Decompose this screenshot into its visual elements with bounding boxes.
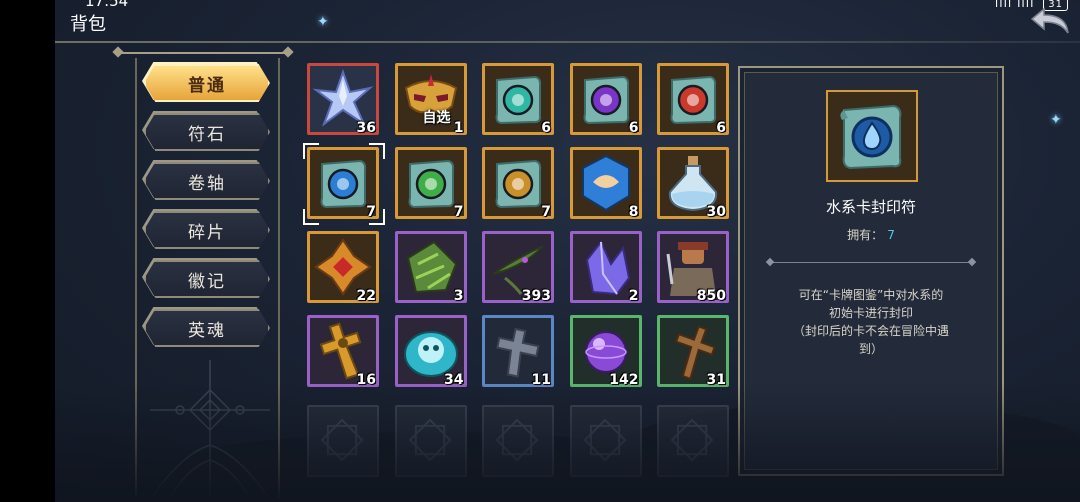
selection-corner: [303, 209, 319, 225]
desc-line: 初始卡进行封印: [828, 306, 913, 320]
inventory-slot-scroll-purple[interactable]: 6: [569, 63, 642, 135]
detail-owned: 拥有： 7: [740, 226, 1002, 243]
empty-slot-icon: [495, 418, 539, 462]
inventory-slot-crystal-star[interactable]: 36: [307, 63, 379, 135]
inventory-slot-mask-selector[interactable]: 自选 1: [394, 63, 467, 135]
item-count: 7: [541, 204, 551, 219]
tab-2[interactable]: 卷轴: [144, 162, 270, 200]
item-count: 11: [531, 372, 551, 387]
empty-slot: [482, 405, 554, 477]
inventory-slot-wood-cross[interactable]: 31: [657, 315, 729, 387]
item-count: 30: [706, 204, 726, 219]
item-count: 36: [356, 120, 376, 135]
inventory-slot-hero-figure[interactable]: 850: [657, 231, 729, 303]
star-sparkle-icon: ✦: [317, 14, 329, 30]
desc-line: （封印后的卡不会在冒险中遇: [792, 324, 949, 338]
water-seal-scroll-icon: [828, 92, 916, 180]
item-count: 6: [716, 120, 726, 135]
empty-slot: [307, 405, 379, 477]
item-count: 31: [706, 372, 726, 387]
item-count: 16: [356, 372, 376, 387]
item-count: 34: [444, 372, 464, 387]
item-count: 8: [628, 204, 639, 219]
empty-slot-icon: [320, 418, 364, 462]
back-arrow-icon: [1030, 7, 1069, 34]
empty-slot: [657, 405, 729, 477]
tab-3[interactable]: 碎片: [144, 211, 270, 249]
status-time: 17:54: [85, 0, 129, 10]
select-tag: 自选: [422, 110, 451, 126]
item-count: 6: [628, 120, 639, 135]
item-count: 850: [696, 288, 726, 303]
star-sparkle-icon: ✦: [1050, 112, 1062, 128]
inventory-slot-green-ore[interactable]: 3: [394, 231, 467, 303]
background-hill: [615, 402, 1080, 502]
empty-slot: [569, 405, 642, 477]
empty-slot-icon: [670, 418, 714, 462]
empty-slot: [394, 405, 467, 477]
item-count: 22: [356, 288, 376, 303]
selection-corner: [369, 143, 385, 159]
page-title: 背包: [70, 14, 106, 35]
detail-description: 可在“卡牌图鉴”中对水系的 初始卡进行封印 （封印后的卡不会在冒险中遇 到）: [764, 286, 978, 358]
inventory-slot-potion-bottle[interactable]: 30: [657, 147, 729, 219]
sidebar-right-rail: [278, 58, 280, 498]
detail-item-icon: [826, 90, 918, 182]
inventory-slot-gold-star-relic[interactable]: 22: [307, 231, 379, 303]
tab-4[interactable]: 徽记: [144, 260, 270, 298]
desc-line: 到）: [858, 342, 883, 356]
item-count: 2: [628, 288, 639, 303]
background-hill: [175, 432, 695, 502]
detail-divider: [770, 262, 972, 263]
owned-label: 拥有：: [847, 228, 884, 242]
tab-1[interactable]: 符石: [144, 113, 270, 151]
sidebar-left-rail: [135, 58, 137, 498]
item-detail-panel: 水系卡封印符 拥有： 7 可在“卡牌图鉴”中对水系的 初始卡进行封印 （封印后的卡…: [738, 66, 1004, 476]
inventory-slot-stone-cross[interactable]: 11: [482, 315, 554, 387]
sidebar-top-rail: [118, 52, 288, 60]
inventory-slot-herb-leaf[interactable]: 393: [482, 231, 554, 303]
inventory-slot-purple-orb[interactable]: 142: [569, 315, 642, 387]
detail-item-name: 水系卡封印符: [825, 198, 916, 216]
inventory-slot-blue-gem[interactable]: 8: [569, 147, 642, 219]
empty-slot-icon: [583, 418, 626, 462]
inventory-slot-skull-coin[interactable]: 34: [394, 315, 467, 387]
item-count: 142: [609, 372, 639, 387]
inventory-slot-purple-crystal[interactable]: 2: [569, 231, 642, 303]
inventory-slot-scroll-teal[interactable]: 6: [482, 63, 554, 135]
tab-0[interactable]: 普通: [144, 64, 270, 102]
header-divider: [55, 41, 1080, 43]
item-count: 393: [521, 288, 551, 303]
inventory-slot-golden-cross[interactable]: 16: [307, 315, 379, 387]
owned-count: 7: [887, 228, 895, 242]
item-count: 7: [453, 204, 464, 219]
item-count: 3: [453, 288, 464, 303]
selection-corner: [303, 143, 319, 159]
inventory-slot-scroll-red[interactable]: 6: [657, 63, 729, 135]
inventory-slot-scroll-earth[interactable]: 7: [482, 147, 554, 219]
item-count: 1: [453, 120, 464, 135]
inventory-slot-scroll-leaf[interactable]: 7: [394, 147, 467, 219]
selection-corner: [369, 209, 385, 225]
signal-icon: ııll: [994, 0, 1013, 10]
item-count: 6: [541, 120, 551, 135]
desc-line: 可在“卡牌图鉴”中对水系的: [798, 288, 944, 302]
game-screen: ✦ ✦ 17:54 ııll ııll 31 背包 普通 符石 卷轴 碎片 徽记 英魂: [55, 0, 1080, 502]
sidebar-ornament: [150, 360, 270, 502]
empty-slot-icon: [408, 418, 451, 462]
category-sidebar: 普通符石卷轴碎片徽记英魂: [118, 50, 300, 502]
back-button[interactable]: [1030, 5, 1072, 37]
tab-5[interactable]: 英魂: [144, 309, 270, 347]
